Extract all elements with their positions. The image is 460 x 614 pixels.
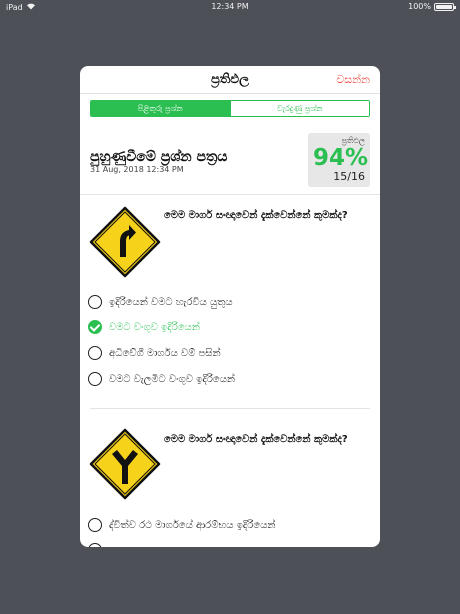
radio-button[interactable]: [88, 372, 102, 386]
question-filter-tabs: පිළිතුරු ප්‍රශ්න වැරදුණු ප්‍රශ්න: [90, 100, 370, 117]
option-label: ඉදිරියෙන් වමට හැරවිය යුතුය: [109, 296, 233, 308]
answer-option[interactable]: ඉදිරියෙන් වමට හැරවිය යුතුය: [88, 292, 233, 312]
divider: [80, 194, 380, 195]
status-right: 100%: [408, 2, 456, 11]
option-label: ද්විත්ව රථ මාර්ගයේ ආරම්භය ඉදිරියෙන්: [109, 519, 276, 531]
y-junction-sign-icon: [89, 428, 161, 500]
status-bar: iPad 12:34 PM 100%: [0, 0, 460, 14]
option-label: වමට වංගුව ඉදිරියෙන්: [109, 321, 200, 333]
paper-title: පුහුණුවීමේ ප්‍රශ්න පත්‍රය: [90, 149, 228, 165]
modal-header: ප්‍රතිඵල වසන්න: [80, 66, 380, 94]
answer-option-correct[interactable]: වමට වංගුව ඉදිරියෙන්: [88, 317, 200, 337]
question-text: මෙම මාර්ග සංඥාවෙන් දැක්වෙන්නේ කුමක්ද?: [164, 210, 348, 221]
paper-date: 31 Aug, 2018 12:34 PM: [90, 165, 184, 174]
radio-button[interactable]: [88, 543, 102, 547]
question-text: මෙම මාර්ග සංඥාවෙන් දැක්වෙන්නේ කුමක්ද?: [164, 434, 348, 445]
modal-title: ප්‍රතිඵල: [210, 72, 250, 87]
answer-option[interactable]: [88, 540, 102, 547]
score-percent: 94%: [313, 145, 369, 171]
tab-wrong-questions[interactable]: වැරදුණු ප්‍රශ්න: [229, 101, 369, 116]
radio-button-checked[interactable]: [88, 320, 102, 334]
answer-option[interactable]: වමට වැලමිට වංගුව ඉදිරියෙන්: [88, 369, 235, 389]
tab-answered-questions[interactable]: පිළිතුරු ප්‍රශ්න: [91, 101, 230, 116]
radio-button[interactable]: [88, 346, 102, 360]
radio-button[interactable]: [88, 295, 102, 309]
curve-right-sign-icon: [89, 206, 161, 278]
divider: [90, 408, 370, 409]
status-time: 12:34 PM: [211, 2, 249, 11]
score-count: 15/16: [333, 170, 365, 183]
radio-button[interactable]: [88, 518, 102, 532]
close-button[interactable]: වසන්න: [336, 73, 370, 87]
score-box: ප්‍රතිඵල 94% 15/16: [308, 133, 370, 187]
battery-percent: 100%: [408, 2, 431, 11]
option-label: අධිවේගී මාර්ගය වම් පසින්: [109, 347, 221, 359]
results-modal: ප්‍රතිඵල වසන්න පිළිතුරු ප්‍රශ්න වැරදුණු …: [80, 66, 380, 547]
answer-option[interactable]: ද්විත්ව රථ මාර්ගයේ ආරම්භය ඉදිරියෙන්: [88, 515, 276, 535]
option-label: වමට වැලමිට වංගුව ඉදිරියෙන්: [109, 373, 236, 385]
answer-option[interactable]: අධිවේගී මාර්ගය වම් පසින්: [88, 343, 221, 363]
battery-icon: [434, 2, 456, 11]
